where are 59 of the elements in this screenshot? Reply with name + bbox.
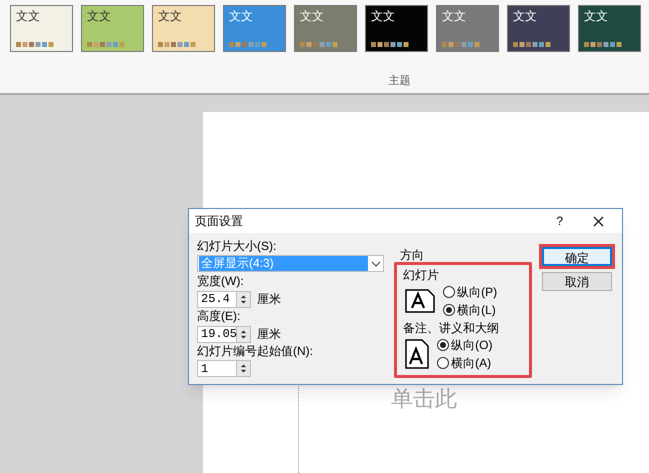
theme-thumbnail[interactable]: 文文	[10, 5, 73, 52]
field-label: 幻灯片编号起始值(N):	[197, 344, 314, 359]
field-label: 宽度(W):	[197, 274, 245, 289]
theme-sample-text: 文文	[300, 10, 325, 22]
radio-label[interactable]: 纵向(P)	[457, 283, 498, 301]
spinner-arrows-icon[interactable]	[237, 360, 251, 377]
color-swatches-icon	[584, 42, 622, 47]
selected-value: 全屏显示(4:3)	[199, 256, 368, 271]
unit-label: 厘米	[257, 291, 281, 308]
theme-sample-text: 文文	[584, 10, 609, 22]
theme-sample-text: 文文	[87, 10, 112, 22]
theme-sample-text: 文文	[16, 10, 41, 22]
number-field[interactable]: 1	[197, 360, 237, 377]
theme-thumbnail[interactable]: 文文	[365, 5, 428, 52]
theme-thumbnail[interactable]: 文文	[507, 5, 570, 52]
close-icon[interactable]	[593, 216, 604, 226]
dialog-title: 页面设置	[195, 213, 243, 230]
radio-button[interactable]	[437, 339, 450, 351]
theme-thumbnail[interactable]: 文文	[294, 5, 357, 52]
theme-sample-text: 文文	[371, 10, 396, 22]
radio-button[interactable]	[443, 286, 456, 298]
theme-thumbnail[interactable]: 文文	[152, 5, 215, 52]
spinner-arrows-icon[interactable]	[237, 290, 251, 308]
color-swatches-icon	[87, 42, 125, 47]
theme-sample-text: 文文	[513, 10, 538, 22]
theme-sample-text: 文文	[158, 10, 183, 22]
color-swatches-icon	[513, 42, 551, 47]
radio-label[interactable]: 横向(L)	[457, 301, 496, 319]
group-label: 主题	[388, 74, 410, 88]
spinner-arrows-icon[interactable]	[237, 326, 251, 342]
placeholder-text: 单击此	[391, 385, 457, 413]
unit-label: 厘米	[257, 326, 281, 343]
color-swatches-icon	[229, 42, 267, 47]
color-swatches-icon	[158, 42, 196, 47]
radio-label[interactable]: 横向(A)	[451, 354, 492, 372]
dialog-button[interactable]: 确定	[542, 247, 612, 266]
radio-label[interactable]: 纵向(O)	[451, 336, 492, 354]
color-swatches-icon	[16, 42, 54, 47]
color-swatches-icon	[371, 42, 409, 47]
color-swatches-icon	[300, 42, 338, 47]
theme-thumbnail[interactable]: 文文	[578, 5, 641, 52]
number-field[interactable]: 19.05	[197, 326, 237, 342]
color-swatches-icon	[442, 42, 480, 47]
radio-button[interactable]	[443, 304, 456, 316]
field-label: 幻灯片大小(S):	[197, 239, 278, 254]
field-label: 高度(E):	[197, 309, 242, 324]
number-field[interactable]: 25.4	[197, 290, 237, 308]
group-title: 备注、讲义和大纲	[403, 321, 500, 336]
group-title: 幻灯片	[403, 268, 440, 283]
group-label: 方向	[400, 249, 426, 262]
theme-thumbnail[interactable]: 文文	[81, 5, 144, 52]
dialog-button[interactable]: 取消	[542, 272, 612, 291]
theme-thumbnail[interactable]: 文文	[436, 5, 499, 52]
theme-sample-text: 文文	[442, 10, 467, 22]
theme-sample-text: 文文	[229, 10, 254, 22]
landscape-page-icon	[405, 289, 436, 313]
portrait-page-icon	[405, 339, 430, 369]
help-button[interactable]: ?	[556, 212, 563, 230]
radio-button[interactable]	[437, 357, 450, 369]
